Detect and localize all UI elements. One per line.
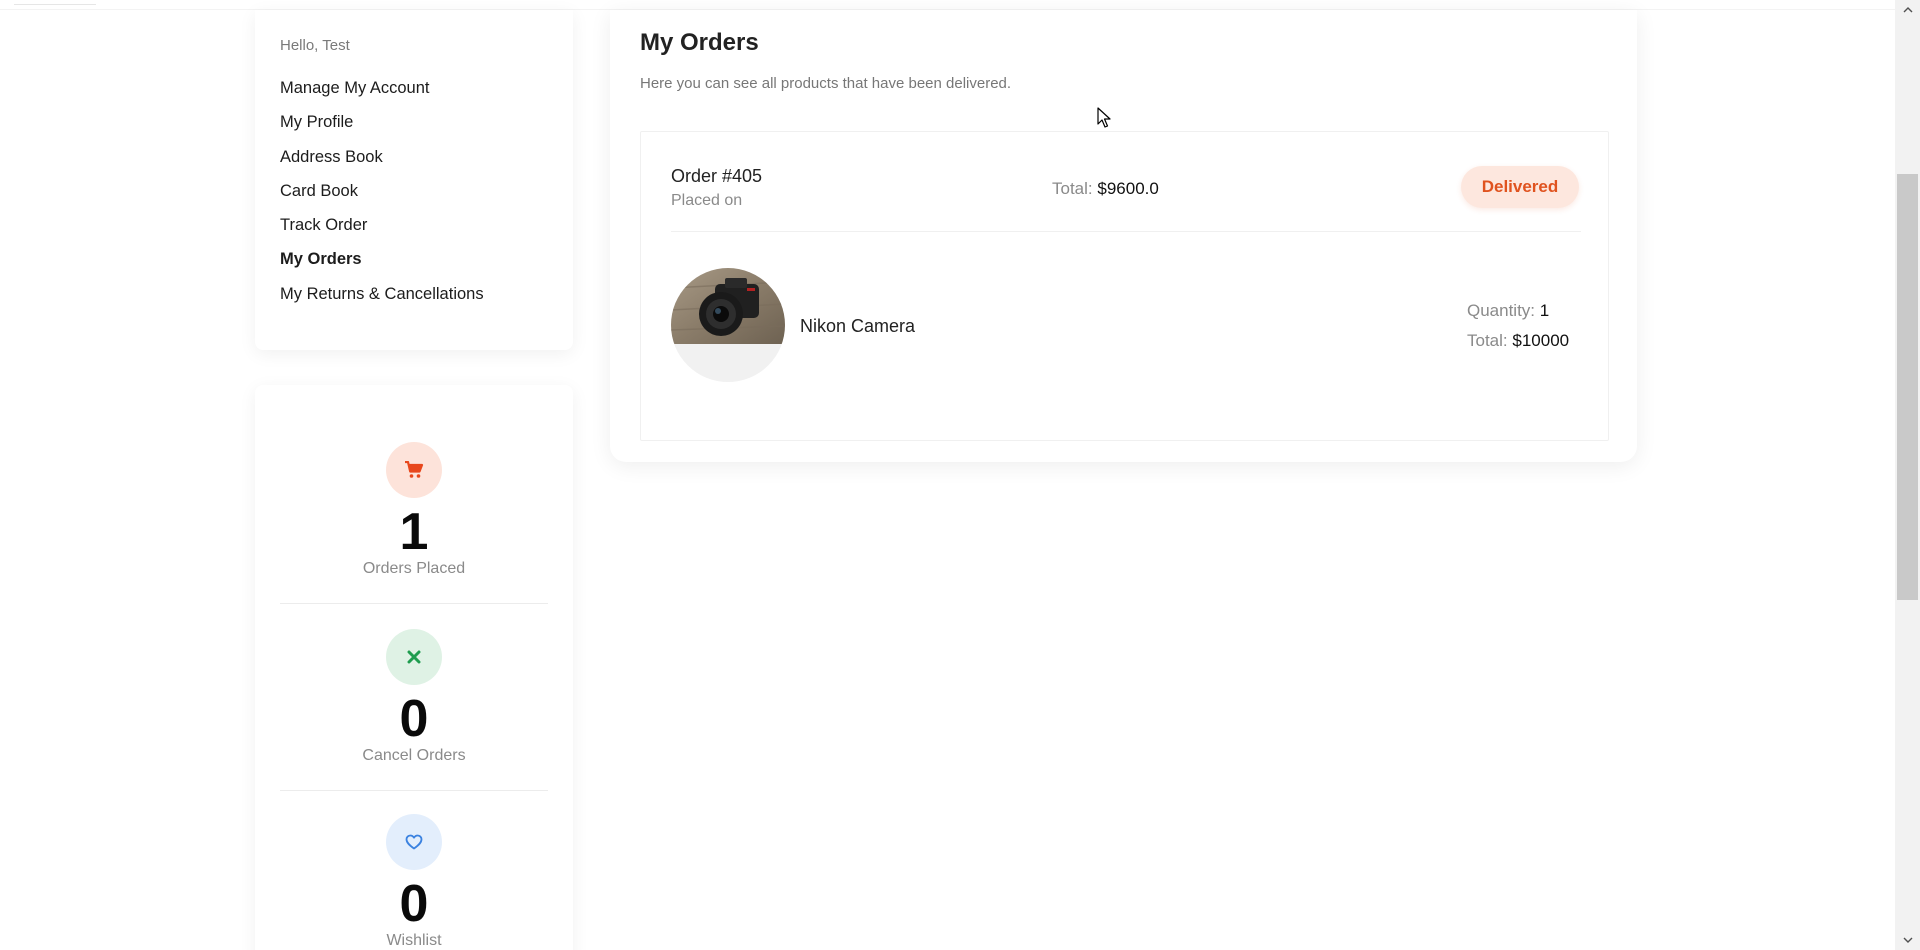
product-total-label: Total: bbox=[1467, 331, 1508, 350]
order-card: Order #405 Placed on Total: $9600.0 Deli… bbox=[640, 131, 1609, 441]
stat-orders-placed: 1 Orders Placed bbox=[280, 442, 548, 578]
stat-divider bbox=[280, 790, 548, 791]
scrollbar-thumb[interactable] bbox=[1897, 174, 1918, 600]
page-subtitle: Here you can see all products that have … bbox=[640, 75, 1012, 92]
sidebar-item-manage-account[interactable]: Manage My Account bbox=[280, 77, 548, 111]
top-divider bbox=[0, 0, 1895, 10]
sidebar-item-address-book[interactable]: Address Book bbox=[280, 146, 548, 180]
order-placed-on: Placed on bbox=[671, 192, 743, 209]
product-name[interactable]: Nikon Camera bbox=[800, 316, 915, 337]
sidebar-item-returns-cancellations[interactable]: My Returns & Cancellations bbox=[280, 283, 548, 317]
stat-wishlist: 0 Wishlist bbox=[280, 814, 548, 950]
sidebar-item-card-book[interactable]: Card Book bbox=[280, 180, 548, 214]
mouse-cursor-icon bbox=[1097, 107, 1111, 128]
product-image[interactable] bbox=[671, 268, 785, 382]
order-number: Order #405 bbox=[671, 166, 763, 186]
close-icon bbox=[386, 629, 442, 685]
cancel-orders-label: Cancel Orders bbox=[362, 747, 466, 764]
heart-icon bbox=[386, 814, 442, 870]
order-total-value: $9600.0 bbox=[1097, 179, 1159, 198]
vertical-scrollbar[interactable] bbox=[1895, 0, 1920, 950]
sidebar-item-my-orders[interactable]: My Orders bbox=[280, 248, 548, 282]
sidebar-item-my-profile[interactable]: My Profile bbox=[280, 111, 548, 145]
sidebar-item-track-order[interactable]: Track Order bbox=[280, 214, 548, 248]
greeting: Hello, Test bbox=[280, 37, 350, 54]
product-total-value: $10000 bbox=[1512, 331, 1570, 350]
cancel-orders-count: 0 bbox=[399, 690, 429, 748]
page-title: My Orders bbox=[640, 29, 759, 56]
order-total: Total: $9600.0 bbox=[1052, 179, 1159, 199]
orders-panel: My Orders Here you can see all products … bbox=[610, 10, 1637, 462]
scroll-up-icon[interactable] bbox=[1895, 0, 1920, 20]
scroll-down-icon[interactable] bbox=[1895, 930, 1920, 950]
account-menu: Hello, Test Manage My Account My Profile… bbox=[255, 10, 573, 350]
stat-divider bbox=[280, 603, 548, 604]
order-divider bbox=[671, 231, 1581, 232]
status-badge: Delivered bbox=[1461, 166, 1579, 208]
quantity-label: Quantity: bbox=[1467, 301, 1536, 320]
wishlist-count: 0 bbox=[399, 875, 429, 933]
product-total: Total: $10000 bbox=[1467, 331, 1569, 351]
account-nav: Manage My Account My Profile Address Boo… bbox=[280, 77, 548, 317]
orders-placed-count: 1 bbox=[399, 503, 429, 561]
product-quantity: Quantity: 1 bbox=[1467, 301, 1549, 321]
order-total-label: Total: bbox=[1052, 179, 1093, 198]
wishlist-label: Wishlist bbox=[386, 932, 442, 949]
quantity-value: 1 bbox=[1539, 301, 1550, 320]
stats-panel: 1 Orders Placed 0 Cancel Orders 0 Wishli… bbox=[255, 385, 573, 950]
orders-placed-label: Orders Placed bbox=[362, 560, 466, 577]
stat-cancel-orders: 0 Cancel Orders bbox=[280, 629, 548, 765]
cart-icon bbox=[386, 442, 442, 498]
